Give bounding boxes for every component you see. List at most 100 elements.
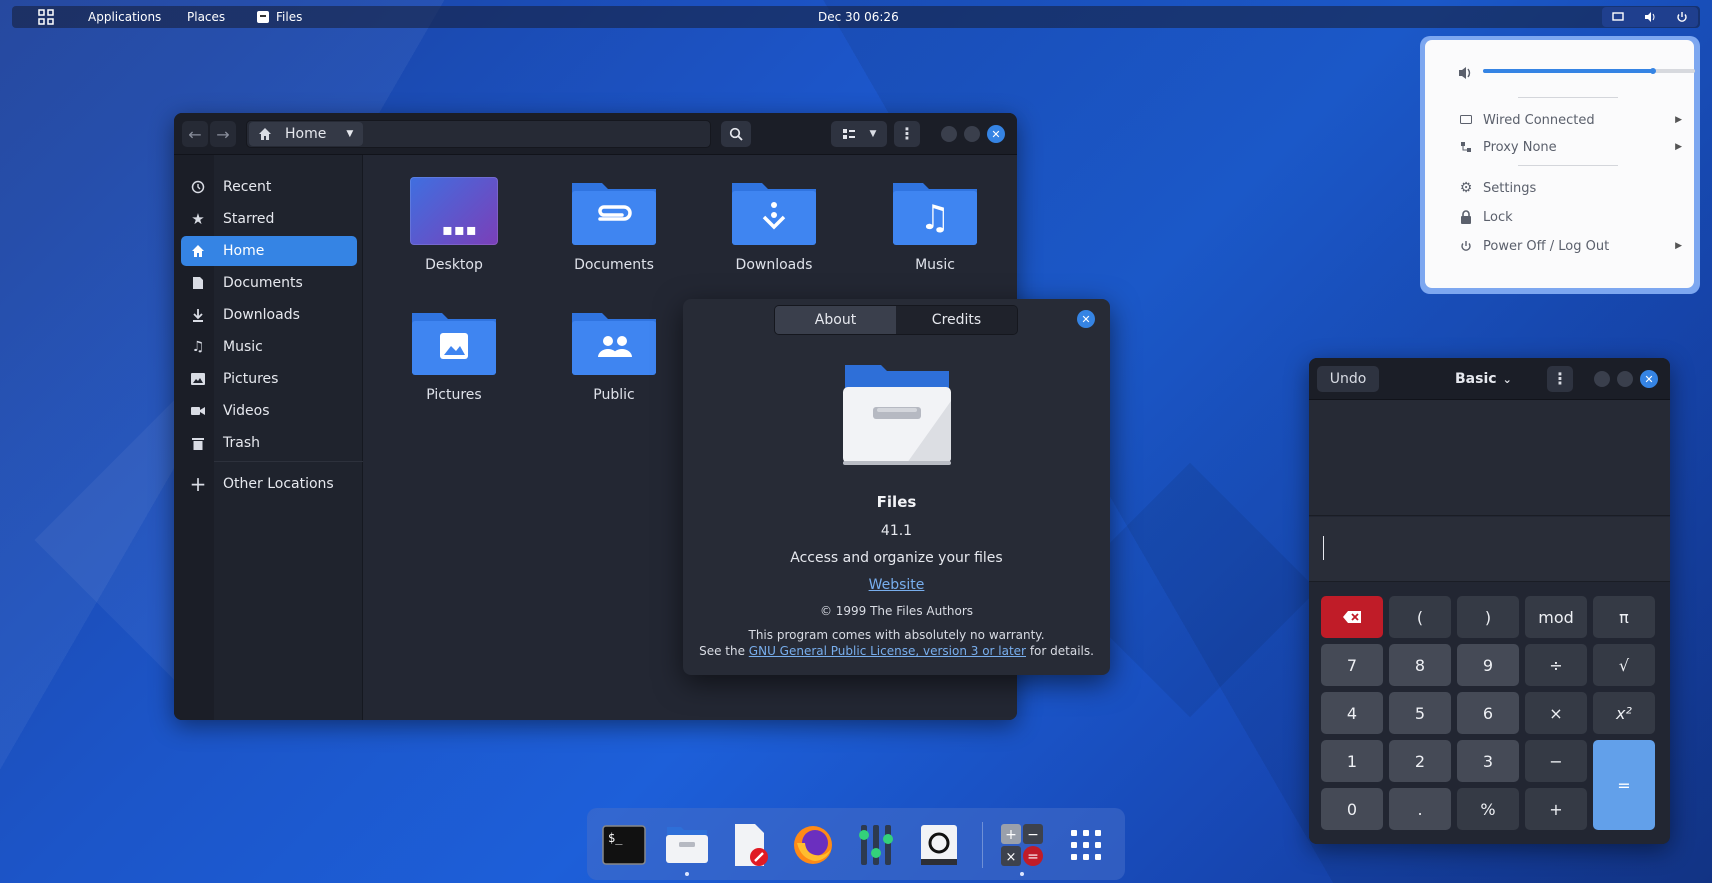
calc-menu-button[interactable]: ⋮ xyxy=(1547,366,1573,392)
menu-item-wired-connected[interactable]: Wired Connected ▶ xyxy=(1457,108,1682,132)
mode-selector[interactable]: Basic ⌄ xyxy=(1455,366,1515,392)
menu-item-label: Wired Connected xyxy=(1483,112,1595,128)
subtract-key[interactable]: − xyxy=(1525,740,1587,782)
applications-menu[interactable]: Applications xyxy=(82,6,167,28)
decimal-key[interactable]: . xyxy=(1389,788,1451,830)
files-app-menu[interactable]: Files xyxy=(250,6,308,28)
dock-text-editor[interactable] xyxy=(727,822,773,868)
multiply-key[interactable]: × xyxy=(1525,692,1587,734)
menu-item-lock[interactable]: Lock xyxy=(1457,205,1682,229)
dock-tweaks[interactable] xyxy=(853,822,899,868)
sidebar-item-home[interactable]: Home xyxy=(181,236,357,266)
dock-firefox[interactable] xyxy=(790,822,836,868)
folder-documents[interactable]: Documents xyxy=(549,177,679,273)
about-license-row: See the GNU General Public License, vers… xyxy=(683,644,1110,658)
folder-downloads[interactable]: Downloads xyxy=(709,177,839,273)
key-label: ( xyxy=(1416,607,1424,627)
sidebar-item-recent[interactable]: Recent xyxy=(181,172,357,202)
key-2[interactable]: 2 xyxy=(1389,740,1451,782)
percent-key[interactable]: % xyxy=(1457,788,1519,830)
caret-down-icon: ▼ xyxy=(869,129,877,139)
menu-item-settings[interactable]: ⚙ Settings xyxy=(1457,176,1682,200)
text-editor-icon xyxy=(735,824,768,866)
key-5[interactable]: 5 xyxy=(1389,692,1451,734)
square-key[interactable]: x² xyxy=(1593,692,1655,734)
sidebar-item-other-locations[interactable]: + Other Locations xyxy=(181,469,357,499)
menu-item-label: Lock xyxy=(1483,209,1513,225)
add-key[interactable]: + xyxy=(1525,788,1587,830)
key-8[interactable]: 8 xyxy=(1389,644,1451,686)
key-7[interactable]: 7 xyxy=(1321,644,1383,686)
show-apps-button[interactable] xyxy=(1063,822,1109,868)
calc-close-button[interactable]: ✕ xyxy=(1640,370,1658,388)
tab-about[interactable]: About xyxy=(775,306,896,334)
sqrt-key[interactable]: √ xyxy=(1593,644,1655,686)
volume-slider-handle[interactable] xyxy=(1649,68,1656,74)
view-options-button[interactable]: ▼ xyxy=(831,121,887,147)
license-link[interactable]: GNU General Public License, version 3 or… xyxy=(749,644,1026,658)
terminal-icon: $_ xyxy=(602,825,646,865)
maximize-button[interactable] xyxy=(964,126,980,142)
downloads-folder-icon xyxy=(732,183,816,245)
key-4[interactable]: 4 xyxy=(1321,692,1383,734)
volume-slider[interactable] xyxy=(1483,68,1695,74)
search-button[interactable] xyxy=(721,121,751,147)
tab-credits[interactable]: Credits xyxy=(896,306,1017,334)
key-0[interactable]: 0 xyxy=(1321,788,1383,830)
about-dialog: About Credits ✕ Files 41.1 Access and or… xyxy=(683,299,1110,675)
website-link[interactable]: Website xyxy=(869,577,925,593)
location-home-segment[interactable]: Home ▼ xyxy=(249,122,363,146)
mod-key[interactable]: mod xyxy=(1525,596,1587,638)
menu-item-proxy-none[interactable]: Proxy None ▶ xyxy=(1457,135,1682,159)
folder-public[interactable]: Public xyxy=(549,307,679,403)
minimize-button[interactable] xyxy=(941,126,957,142)
about-close-button[interactable]: ✕ xyxy=(1077,310,1095,328)
backspace-key[interactable] xyxy=(1321,596,1383,638)
key-3[interactable]: 3 xyxy=(1457,740,1519,782)
sidebar-item-documents[interactable]: Documents xyxy=(181,268,357,298)
open-paren-key[interactable]: ( xyxy=(1389,596,1451,638)
calc-minimize-button[interactable] xyxy=(1594,371,1610,387)
activities-button[interactable] xyxy=(32,6,60,28)
sidebar-item-starred[interactable]: ★ Starred xyxy=(181,204,357,234)
equals-key[interactable]: = xyxy=(1593,740,1655,830)
key-6[interactable]: 6 xyxy=(1457,692,1519,734)
folder-music[interactable]: ♫ Music xyxy=(870,177,1000,273)
places-menu[interactable]: Places xyxy=(181,6,231,28)
expression-input[interactable] xyxy=(1309,517,1670,582)
folder-pictures[interactable]: Pictures xyxy=(389,307,519,403)
dock-files[interactable] xyxy=(664,822,710,868)
key-9[interactable]: 9 xyxy=(1457,644,1519,686)
menu-item-power-off[interactable]: Power Off / Log Out ▶ xyxy=(1457,234,1682,258)
close-button[interactable]: ✕ xyxy=(987,125,1005,143)
dock-terminal[interactable]: $_ xyxy=(601,822,647,868)
system-tray[interactable] xyxy=(1602,7,1698,27)
sidebar-item-label: Recent xyxy=(223,179,272,195)
key-1[interactable]: 1 xyxy=(1321,740,1383,782)
sidebar-item-downloads[interactable]: Downloads xyxy=(181,300,357,330)
sidebar-item-videos[interactable]: Videos xyxy=(181,396,357,426)
dock-calculator[interactable]: + − × = xyxy=(999,822,1045,868)
svg-text:+: + xyxy=(1005,827,1017,843)
undo-button[interactable]: Undo xyxy=(1317,366,1379,392)
key-label: 9 xyxy=(1482,655,1494,675)
divide-key[interactable]: ÷ xyxy=(1525,644,1587,686)
clock[interactable]: Dec 30 06:26 xyxy=(812,6,905,28)
calc-maximize-button[interactable] xyxy=(1617,371,1633,387)
close-paren-key[interactable]: ) xyxy=(1457,596,1519,638)
location-bar[interactable]: Home ▼ xyxy=(246,120,711,148)
main-menu-button[interactable]: ⋮ xyxy=(894,121,920,147)
folder-label: Pictures xyxy=(426,387,482,403)
dock-screenshot[interactable] xyxy=(916,822,962,868)
menu-item-label: Proxy None xyxy=(1483,139,1557,155)
sidebar-item-music[interactable]: ♫ Music xyxy=(181,332,357,362)
applications-label: Applications xyxy=(88,10,162,24)
sidebar-item-trash[interactable]: Trash xyxy=(181,428,357,458)
sidebar-item-pictures[interactable]: Pictures xyxy=(181,364,357,394)
sidebar-item-label: Trash xyxy=(223,435,260,451)
back-button[interactable]: ← xyxy=(182,121,208,147)
forward-button[interactable]: → xyxy=(210,121,236,147)
list-view-icon xyxy=(842,129,855,139)
pi-key[interactable]: π xyxy=(1593,596,1655,638)
folder-desktop[interactable]: ▪▪▪ Desktop xyxy=(389,177,519,273)
